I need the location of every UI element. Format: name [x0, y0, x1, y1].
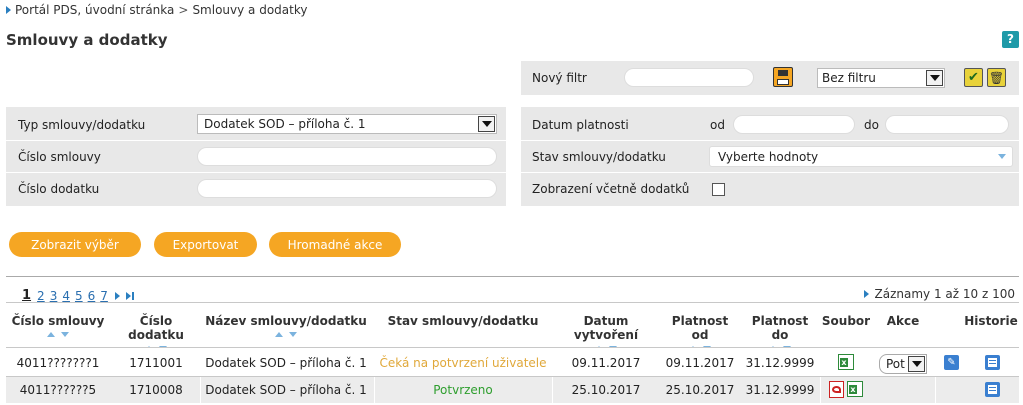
next-page-icon[interactable] [114, 291, 120, 300]
pdf-icon[interactable] [829, 381, 844, 398]
arrow-right-icon [863, 290, 869, 298]
action-select[interactable]: Pot [879, 354, 927, 374]
page-link[interactable]: 7 [100, 289, 108, 303]
chevron-down-icon [478, 116, 495, 132]
cell-created: 09.11.2017 [571, 356, 641, 370]
status-label: Stav smlouvy/dodatku [532, 150, 666, 164]
validity-date-label: Datum platnosti [532, 118, 629, 132]
saved-filter-select[interactable]: Bez filtru [817, 68, 945, 88]
help-button[interactable]: ? [1002, 31, 1019, 48]
cell-name: Dodatek SOD – příloha č. 1 [205, 356, 367, 370]
header-history: Historie [964, 314, 1018, 328]
chevron-down-icon [998, 154, 1006, 159]
contract-type-select[interactable]: Dodatek SOD – příloha č. 1 [197, 114, 497, 134]
date-from-label: od [710, 118, 725, 132]
page-link[interactable]: 2 [37, 289, 45, 303]
saved-filter-panel: Nový filtr Bez filtru ✔ 🗑 [521, 61, 1019, 95]
status-multiselect[interactable]: Vyberte hodnoty [709, 146, 1013, 167]
save-icon[interactable] [773, 67, 793, 87]
header-file: Soubor [821, 314, 871, 328]
page-title: Smlouvy a dodatky [6, 31, 168, 49]
header-name[interactable]: Název smlouvy/dodatku [200, 314, 372, 337]
excel-icon[interactable]: x [838, 354, 854, 370]
bulk-actions-button[interactable]: Hromadné akce [269, 232, 401, 257]
date-to-label: do [864, 118, 879, 132]
cell-addendum-number: 1711001 [129, 356, 183, 370]
include-addenda-checkbox[interactable] [712, 183, 725, 196]
date-to-input[interactable] [885, 115, 1009, 134]
header-valid-from[interactable]: Platnost od [664, 314, 736, 351]
header-contract-number[interactable]: Číslo smlouvy [10, 314, 106, 337]
delete-icon[interactable]: 🗑 [987, 68, 1006, 87]
records-count: Záznamy 1 až 10 z 100 [874, 287, 1015, 301]
action-select-value: Pot [886, 357, 905, 371]
contract-type-label: Typ smlouvy/dodatku [18, 118, 146, 132]
breadcrumb-separator: > [178, 3, 189, 17]
new-filter-input[interactable] [624, 68, 754, 87]
history-icon[interactable] [985, 382, 1000, 397]
page-link[interactable]: 5 [75, 289, 83, 303]
confirm-icon[interactable]: ✔ [964, 68, 983, 87]
page-current: 1 [22, 288, 32, 303]
breadcrumb: Portál PDS, úvodní stránka > Smlouvy a d… [6, 3, 307, 17]
pagination: 1 2 3 4 5 6 7 [22, 288, 134, 303]
header-addendum-number[interactable]: Číslo dodatku [110, 314, 202, 351]
history-icon[interactable] [985, 355, 1000, 370]
header-created[interactable]: Datum vytvoření [553, 314, 659, 351]
edit-icon[interactable]: ✎ [944, 355, 959, 370]
contract-type-value: Dodatek SOD – příloha č. 1 [204, 117, 366, 131]
page-link[interactable]: 3 [50, 289, 58, 303]
records-info: Záznamy 1 až 10 z 100 [863, 287, 1015, 301]
page-link[interactable]: 6 [88, 289, 96, 303]
cell-status: Potvrzeno [433, 383, 493, 397]
header-status[interactable]: Stav smlouvy/dodatku [380, 314, 546, 328]
last-page-icon[interactable] [125, 291, 134, 300]
include-addenda-label: Zobrazení včetně dodatků [532, 182, 690, 196]
page-link[interactable]: 4 [62, 289, 70, 303]
cell-valid-from: 25.10.2017 [665, 383, 735, 397]
cell-name: Dodatek SOD – příloha č. 1 [205, 383, 367, 397]
cell-valid-to: 31.12.9999 [745, 356, 815, 370]
breadcrumb-arrow-icon [6, 6, 11, 14]
breadcrumb-current: Smlouvy a dodatky [192, 3, 308, 17]
chevron-down-icon [908, 356, 925, 372]
cell-status: Čeká na potvrzení uživatele [379, 356, 547, 370]
date-from-input[interactable] [733, 115, 855, 134]
header-action: Akce [886, 314, 920, 328]
cell-contract-number: 4011???????1 [16, 356, 100, 370]
excel-icon[interactable]: x [847, 381, 863, 397]
addendum-number-label: Číslo dodatku [18, 182, 100, 196]
new-filter-label: Nový filtr [532, 71, 587, 85]
export-button[interactable]: Exportovat [154, 232, 257, 257]
show-selection-button[interactable]: Zobrazit výběr [9, 232, 141, 257]
addendum-number-input[interactable] [197, 179, 497, 198]
contract-number-label: Číslo smlouvy [18, 150, 101, 164]
breadcrumb-home-link[interactable]: Portál PDS, úvodní stránka [15, 3, 174, 17]
cell-contract-number: 4011??????5 [19, 383, 97, 397]
cell-valid-from: 09.11.2017 [665, 356, 735, 370]
chevron-down-icon [926, 70, 943, 86]
cell-valid-to: 31.12.9999 [745, 383, 815, 397]
cell-created: 25.10.2017 [571, 383, 641, 397]
status-placeholder: Vyberte hodnoty [718, 150, 819, 164]
saved-filter-value: Bez filtru [822, 71, 876, 85]
contract-number-input[interactable] [197, 147, 497, 166]
header-valid-to[interactable]: Platnost do [743, 314, 817, 351]
cell-addendum-number: 1710008 [129, 383, 183, 397]
